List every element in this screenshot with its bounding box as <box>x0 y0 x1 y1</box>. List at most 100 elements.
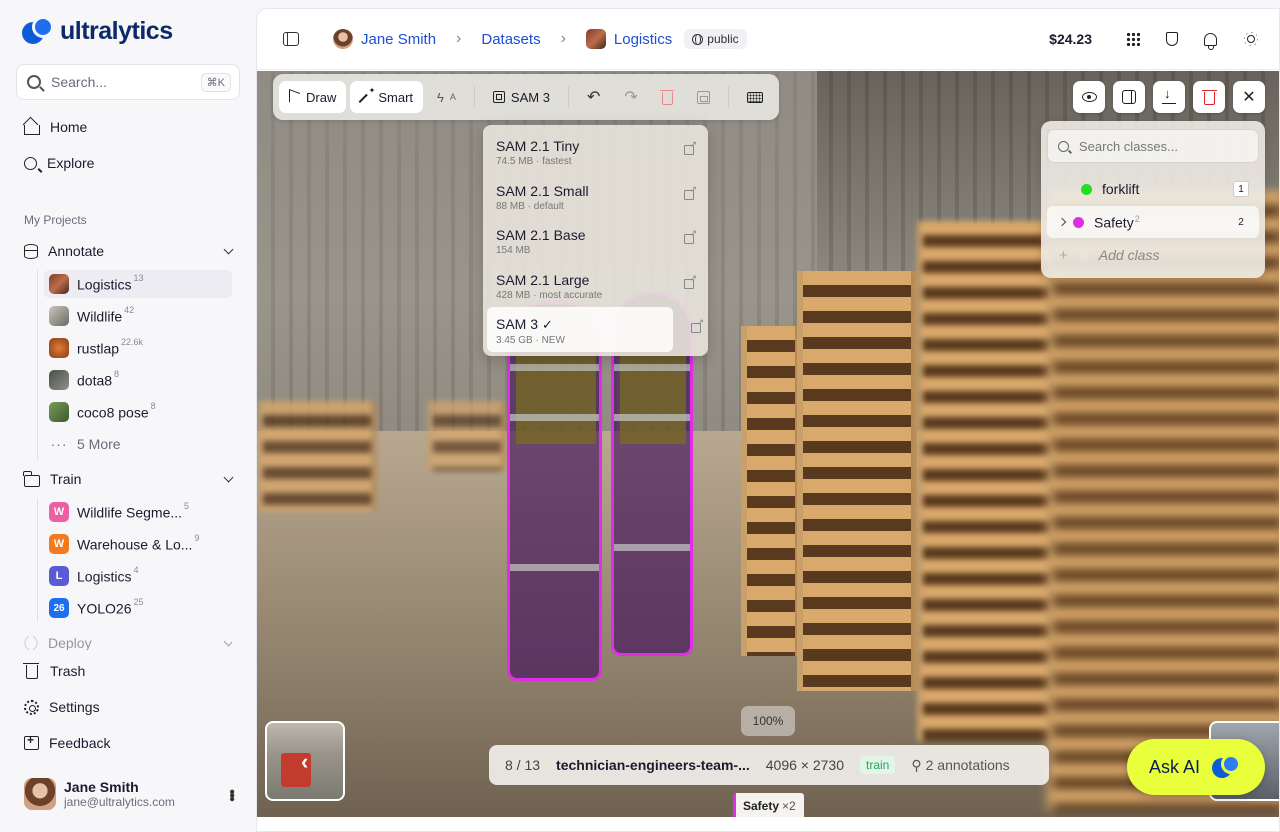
external-link-icon[interactable] <box>684 273 697 289</box>
trash-icon <box>23 663 39 679</box>
nav-home[interactable]: Home <box>24 119 87 135</box>
user-name: Jane Smith <box>64 779 139 795</box>
previous-image-button[interactable]: ‹ <box>265 721 345 801</box>
download-button[interactable] <box>1153 81 1185 113</box>
cursor-icon <box>289 88 300 106</box>
model-option[interactable]: SAM 2.1 Small 88 MB · default <box>487 174 704 219</box>
logo-text: ultralytics <box>60 16 173 45</box>
undo-button[interactable]: ↶ <box>577 81 610 113</box>
tag-label: Safety <box>743 799 780 813</box>
project-thumbnail <box>49 370 69 390</box>
close-button[interactable]: ✕ <box>1233 81 1265 113</box>
annotation-canvas[interactable]: Draw Smart ϟ A SAM 3 ↶ ↷ <box>257 71 1279 817</box>
safety-mask[interactable] <box>507 301 602 681</box>
class-summary-tag[interactable]: Safety ×2 <box>733 793 804 817</box>
train-item[interactable]: L Logistics 4 <box>44 562 232 590</box>
external-link-icon[interactable] <box>684 184 697 200</box>
search-input[interactable]: Search... ⌘K <box>16 64 240 100</box>
breadcrumb-dataset[interactable]: Logistics <box>614 31 672 48</box>
redo-button[interactable]: ↷ <box>614 81 647 113</box>
bell-icon[interactable] <box>1204 32 1217 50</box>
download-icon <box>1162 86 1176 104</box>
apps-grid-icon[interactable] <box>1126 32 1140 46</box>
train-item[interactable]: 26 YOLO26 25 <box>44 594 232 622</box>
train-item[interactable]: W Warehouse & Lo... 9 <box>44 530 232 558</box>
draw-tool-button[interactable]: Draw <box>279 81 347 113</box>
toggle-visibility-button[interactable] <box>1073 81 1105 113</box>
model-name-row: SAM 3 ✓ <box>496 316 664 333</box>
model-name: SAM 3 <box>496 316 539 332</box>
smart-tool-button[interactable]: Smart <box>350 81 424 113</box>
ultralytics-logo[interactable]: ultralytics <box>22 16 173 46</box>
train-item[interactable]: W Wildlife Segme... 5 <box>44 498 232 526</box>
project-name: Warehouse & Lo... <box>77 536 193 553</box>
toggle-panel-button[interactable] <box>1113 81 1145 113</box>
breadcrumb-user[interactable]: Jane Smith <box>361 31 436 48</box>
database-icon <box>24 243 38 259</box>
save-icon <box>696 90 710 104</box>
shield-icon[interactable] <box>1166 32 1178 46</box>
user-card[interactable]: Jane Smith jane@ultralytics.com ••• <box>24 776 240 812</box>
external-link-icon[interactable] <box>691 317 704 333</box>
project-label: Logistics 13 <box>77 272 144 293</box>
project-count: 13 <box>133 272 144 283</box>
sun-icon[interactable] <box>1243 31 1259 47</box>
class-row-forklift[interactable]: forklift 1 <box>1047 173 1259 205</box>
chevron-right-icon: › <box>560 30 566 47</box>
model-option-selected[interactable]: SAM 3 ✓ 3.45 GB · NEW <box>487 307 704 352</box>
annotate-more[interactable]: ··· 5 More <box>44 430 232 458</box>
model-option[interactable]: SAM 2.1 Tiny 74.5 MB · fastest <box>487 129 704 174</box>
class-count: 1 <box>1233 181 1249 197</box>
model-option[interactable]: SAM 2.1 Large 428 MB · most accurate <box>487 263 704 308</box>
class-sup: 2 <box>1134 213 1140 224</box>
auto-label: A <box>449 92 456 102</box>
project-wildlife[interactable]: Wildlife 42 <box>44 302 232 330</box>
model-meta: 154 MB <box>496 245 531 256</box>
external-link-icon[interactable] <box>684 139 697 155</box>
ask-ai-button[interactable]: Ask AI <box>1127 739 1265 795</box>
auto-annotate-button[interactable]: ϟ A <box>427 81 466 113</box>
breadcrumb-datasets[interactable]: Datasets <box>481 31 540 48</box>
group-deploy[interactable]: Deploy <box>24 636 232 650</box>
nav-explore[interactable]: Explore <box>24 155 94 171</box>
delete-annotation-button[interactable] <box>652 81 683 113</box>
user-info: Jane Smith jane@ultralytics.com <box>64 779 175 809</box>
keyboard-icon <box>746 91 763 103</box>
feedback-icon <box>24 733 39 750</box>
project-coco8-pose[interactable]: coco8 pose 8 <box>44 398 232 426</box>
project-logistics[interactable]: Logistics 13 <box>44 270 232 298</box>
project-thumbnail <box>49 274 69 294</box>
model-option[interactable]: SAM 2.1 Base 154 MB <box>487 218 704 263</box>
keyboard-shortcuts-button[interactable] <box>737 81 773 113</box>
add-class-row[interactable]: + Add class <box>1047 239 1259 271</box>
chevron-left-icon: ‹ <box>301 749 309 774</box>
sidebar-toggle-icon[interactable] <box>283 32 299 46</box>
chevron-right-icon[interactable] <box>1057 217 1067 227</box>
nav-settings[interactable]: Settings <box>24 699 100 715</box>
save-button[interactable] <box>687 81 720 113</box>
class-row-safety[interactable]: Safety2 2 <box>1047 206 1259 238</box>
group-annotate[interactable]: Annotate <box>24 243 234 259</box>
credit-balance[interactable]: $24.23 <box>1049 31 1092 47</box>
more-dots-icon: ··· <box>50 436 68 452</box>
project-rustlap[interactable]: rustlap 22.6k <box>44 334 232 362</box>
more-vertical-icon[interactable]: ••• <box>222 789 240 800</box>
draw-label: Draw <box>306 89 337 105</box>
project-dota8[interactable]: dota8 8 <box>44 366 232 394</box>
project-name: dota8 <box>77 372 113 389</box>
model-meta: 3.45 GB · NEW <box>496 335 565 346</box>
nav-trash[interactable]: Trash <box>23 663 85 679</box>
class-search-input[interactable]: Search classes... <box>1047 129 1259 163</box>
group-train[interactable]: Train <box>23 470 234 487</box>
project-label: coco8 pose 8 <box>77 401 156 421</box>
delete-image-button[interactable] <box>1193 81 1225 113</box>
project-name: coco8 pose <box>77 404 149 421</box>
split-badge[interactable]: train <box>860 756 896 774</box>
nav-feedback-label: Feedback <box>49 735 111 751</box>
nav-feedback[interactable]: Feedback <box>24 733 111 751</box>
project-badge: L <box>49 566 69 586</box>
zoom-level[interactable]: 100% <box>741 706 795 736</box>
external-link-icon[interactable] <box>684 228 697 244</box>
reflective-tape <box>510 414 599 421</box>
model-select-button[interactable]: SAM 3 <box>483 81 560 113</box>
